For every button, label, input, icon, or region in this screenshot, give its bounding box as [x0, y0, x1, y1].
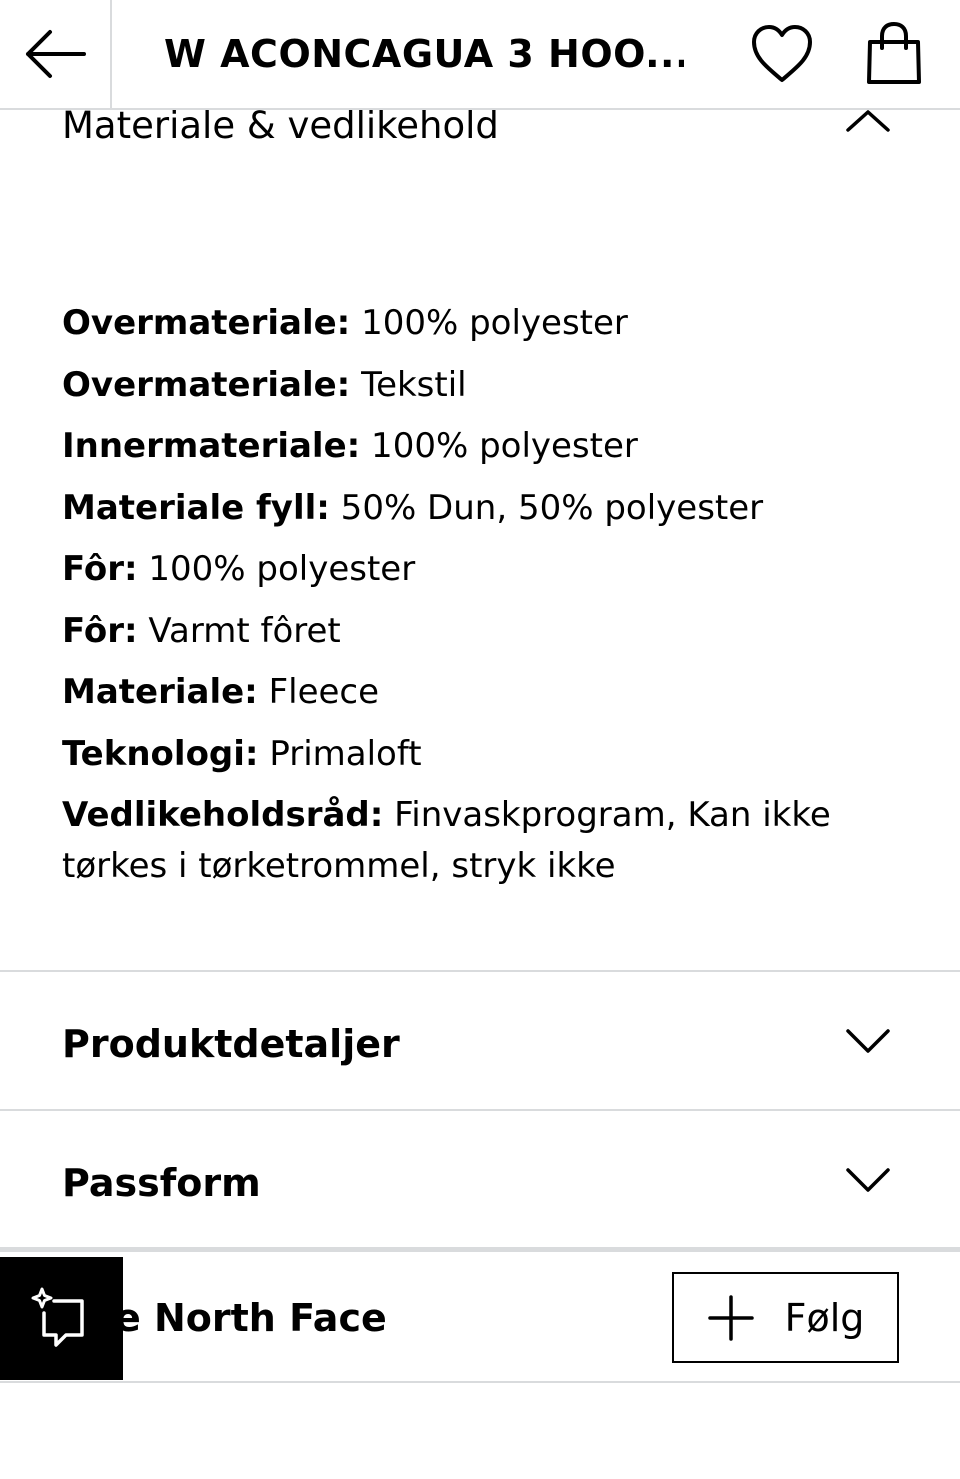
attribute-label: Materiale fyll: — [62, 487, 330, 528]
back-button[interactable] — [0, 0, 112, 108]
material-care-heading[interactable]: Materiale & vedlikehold — [62, 104, 499, 147]
attribute-label: Innermateriale: — [62, 426, 361, 466]
wishlist-button[interactable] — [748, 22, 816, 86]
attribute-value: 50% Dun, 50% polyester — [329, 487, 764, 528]
attribute-row: Teknologi: Primaloft — [62, 724, 842, 786]
attribute-label: Overmateriale: — [62, 303, 351, 343]
attribute-row: Fôr: Varmt fôret — [62, 601, 842, 663]
chevron-up-icon[interactable] — [846, 110, 890, 134]
attribute-value: Varmt fôret — [137, 610, 341, 651]
page-title: W ACONCAGUA 3 HOO... — [164, 32, 684, 76]
attribute-value: Fleece — [257, 672, 380, 712]
attribute-label: Fôr: — [62, 610, 138, 651]
attribute-value: 100% polyester — [350, 303, 628, 343]
chevron-down-icon — [846, 1168, 890, 1192]
sparkle-chat-icon — [31, 1287, 84, 1347]
attribute-label: Materiale: — [62, 672, 258, 712]
attribute-label: Fôr: — [62, 549, 138, 589]
shopping-bag-icon — [867, 21, 921, 84]
accordion-fit[interactable]: Passform — [0, 1111, 960, 1249]
arrow-left-icon — [26, 30, 86, 78]
brand-row: The North Face Følg — [0, 1249, 960, 1383]
accordion-label: Passform — [62, 1161, 261, 1205]
shopping-bag-button[interactable] — [862, 20, 926, 88]
attribute-row: Overmateriale: 100% polyester — [62, 293, 842, 355]
accordion-product-details[interactable]: Produktdetaljer — [0, 972, 960, 1111]
attribute-label: Vedlikeholdsråd: — [62, 795, 384, 835]
accordion-label: Produktdetaljer — [62, 1022, 400, 1066]
follow-button[interactable]: Følg — [672, 1272, 899, 1363]
attribute-label: Overmateriale: — [62, 364, 351, 405]
plus-icon — [707, 1294, 754, 1341]
chevron-down-icon — [846, 1029, 890, 1053]
attribute-value: Primaloft — [258, 733, 422, 774]
attribute-value: 100% polyester — [137, 549, 416, 589]
follow-label: Følg — [784, 1295, 865, 1340]
attribute-row: Materiale fyll: 50% Dun, 50% polyester — [62, 478, 842, 540]
heart-icon — [752, 25, 812, 82]
attribute-row: Vedlikeholdsråd: Finvaskprogram, Kan ikk… — [62, 790, 842, 892]
material-care-section: Materiale & vedlikehold Overmateriale: 1… — [0, 104, 960, 972]
ai-assistant-button[interactable] — [0, 1257, 123, 1380]
attribute-row: Overmateriale: Tekstil — [62, 355, 842, 417]
attribute-label: Teknologi: — [62, 733, 259, 774]
attribute-row: Innermateriale: 100% polyester — [62, 416, 842, 478]
attribute-row: Fôr: 100% polyester — [62, 539, 842, 601]
top-bar: W ACONCAGUA 3 HOO... — [0, 0, 960, 110]
attribute-row: Materiale: Fleece — [62, 662, 842, 724]
material-attribute-list: Overmateriale: 100% polyester Overmateri… — [62, 293, 842, 892]
attribute-value: Tekstil — [350, 364, 467, 405]
attribute-value: 100% polyester — [360, 426, 638, 466]
